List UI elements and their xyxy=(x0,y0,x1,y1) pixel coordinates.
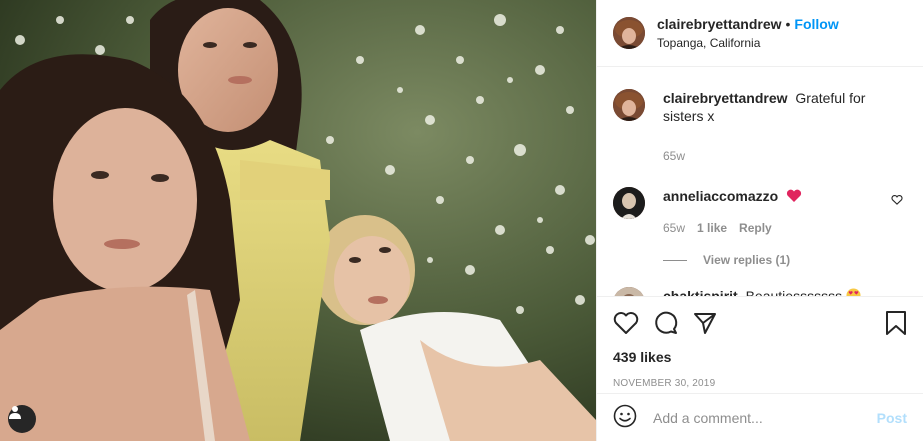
post-header: clairebryettandrew • Follow Topanga, Cal… xyxy=(597,0,923,67)
follow-button[interactable]: Follow xyxy=(794,16,838,32)
commenter-avatar[interactable] xyxy=(613,187,645,219)
action-icons xyxy=(613,297,907,349)
tagged-users-button[interactable] xyxy=(8,405,36,433)
author-avatar[interactable] xyxy=(613,17,645,49)
post-side-panel: clairebryettandrew • Follow Topanga, Cal… xyxy=(596,0,923,441)
comment-username[interactable]: chaktispirit xyxy=(663,288,738,296)
comment-input[interactable] xyxy=(653,409,877,426)
view-replies-button[interactable]: View replies (1) xyxy=(663,253,907,267)
header-row: clairebryettandrew • Follow xyxy=(657,16,839,32)
comment-body: chaktispirit Beautiesssssss xyxy=(663,287,907,296)
comment-age[interactable]: 65w xyxy=(663,219,685,237)
photo-illustration xyxy=(0,0,596,441)
comment-body: anneliaccomazzo 65w 1 like Reply xyxy=(663,187,907,237)
post-photo[interactable] xyxy=(0,0,596,441)
commenter-avatar[interactable] xyxy=(613,287,645,296)
heart-icon[interactable] xyxy=(613,311,639,335)
comment-item: chaktispirit Beautiesssssss xyxy=(613,287,907,296)
post-location[interactable]: Topanga, California xyxy=(657,36,839,50)
view-replies-label: View replies (1) xyxy=(703,253,791,267)
emoji-icon[interactable] xyxy=(613,404,637,431)
author-username[interactable]: clairebryettandrew xyxy=(657,16,782,32)
caption-body: clairebryettandrew Grateful for sisters … xyxy=(663,89,907,165)
post-date[interactable]: NOVEMBER 30, 2019 xyxy=(613,378,907,389)
reply-button[interactable]: Reply xyxy=(739,219,772,237)
replies-divider xyxy=(663,259,687,261)
post-actions: 439 likes NOVEMBER 30, 2019 xyxy=(597,296,923,389)
caption-age[interactable]: 65w xyxy=(663,147,685,165)
comment-meta: 65w 1 like Reply xyxy=(663,219,907,237)
comment-text: Beautiesssssss xyxy=(745,288,843,296)
comment-likes[interactable]: 1 like xyxy=(697,219,727,237)
share-icon[interactable] xyxy=(693,311,717,335)
comment-icon[interactable] xyxy=(653,310,679,336)
comment-username[interactable]: anneliaccomazzo xyxy=(663,188,778,204)
save-icon[interactable] xyxy=(885,311,907,335)
user-icon xyxy=(9,406,21,419)
comment-item: anneliaccomazzo 65w 1 like Reply xyxy=(613,187,907,237)
post-comment-button[interactable]: Post xyxy=(877,410,907,426)
caption: clairebryettandrew Grateful for sisters … xyxy=(613,89,907,165)
like-comment-heart-icon[interactable] xyxy=(891,193,903,209)
add-comment-bar: Post xyxy=(597,393,923,441)
red-heart-emoji-icon xyxy=(786,189,802,202)
heart-eyes-emoji-icon xyxy=(846,288,861,296)
header-meta: clairebryettandrew • Follow Topanga, Cal… xyxy=(657,16,839,50)
likes-count[interactable]: 439 likes xyxy=(613,349,907,365)
separator-dot: • xyxy=(785,16,791,32)
caption-avatar[interactable] xyxy=(613,89,645,121)
comments-list[interactable]: clairebryettandrew Grateful for sisters … xyxy=(597,67,923,296)
instagram-post-modal: clairebryettandrew • Follow Topanga, Cal… xyxy=(0,0,923,441)
caption-meta: 65w xyxy=(663,147,907,165)
caption-username[interactable]: clairebryettandrew xyxy=(663,90,788,106)
